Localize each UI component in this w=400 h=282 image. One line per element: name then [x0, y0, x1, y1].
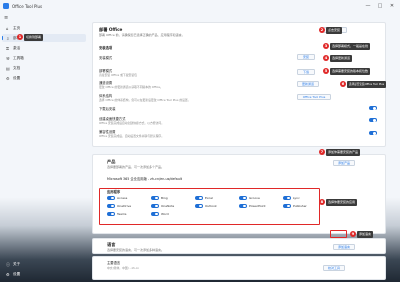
compat-settings-desc: Office 安装完成后，自动设置文件关联与默认程序。: [99, 134, 164, 138]
sidebar-item-label: 设置: [13, 76, 21, 80]
add-language-highlight-box: [330, 230, 347, 238]
install-mode-label: 安装模式: [99, 56, 113, 60]
sidebar-item-label: 关于: [13, 262, 21, 266]
product-entry: Microsoft 365 企业应用版 - zh-cn/en-us/defaul…: [107, 177, 183, 181]
annotation-marker-3: 3: [323, 43, 329, 49]
card-subtitle: 部署 Office 前，请确保您已选择正确的产品、应用程序和语言。: [99, 33, 185, 37]
sidebar-item-about[interactable]: ⓘ 关于: [2, 260, 86, 268]
main-content: 部署 Office 部署 Office 前，请确保您已选择正确的产品、应用程序和…: [90, 12, 400, 282]
settings-icon: ⚙: [6, 75, 10, 81]
annotation-callout-4: 选择更新通道: [330, 54, 353, 62]
annotation-marker-6: 6: [340, 81, 346, 87]
primary-language-value: 中文(简体，中国) - zh-cn: [107, 266, 140, 270]
annotation-callout-6: 选择是否安装Office Tool Plus: [347, 80, 387, 88]
deploy-icon: ⇩: [6, 35, 10, 41]
menu-icon[interactable]: ≡: [4, 15, 8, 21]
title-bar: Office Tool Plus — □ ✕: [0, 0, 400, 12]
annotation-callout-1: 切换到部署: [24, 33, 44, 41]
annotation-marker-7: 7: [319, 149, 325, 155]
sidebar-item-label: 设置: [13, 272, 21, 276]
sidebar-item-deploy[interactable]: ⇩ 部署: [2, 34, 86, 42]
minimize-button[interactable]: —: [364, 2, 372, 10]
channel-desc: 更改 Office 的更新通道以获取不同版本的 Office。: [99, 85, 163, 89]
annotation-marker-5: 5: [323, 68, 329, 74]
sidebar-item-home[interactable]: ⌂ 主页: [2, 24, 86, 32]
install-options-heading: 安装选项: [99, 46, 113, 50]
proofing-tools-button[interactable]: 校对工具: [323, 265, 345, 271]
annotation-callout-5: 选择需要安装的版本和位数: [330, 67, 371, 75]
architecture-desc: 选择 Office 的体系结构，您可以在更新后更改 Office Tool Pl…: [99, 98, 191, 102]
compat-settings-toggle[interactable]: [369, 131, 377, 136]
deploy-mode-select[interactable]: 下载: [297, 69, 315, 75]
desktop-shortcut-desc: Office 安装完成后自动创建快捷方式，以方便访问。: [99, 121, 164, 125]
language-list: 主要语言 中文(简体，中国) - zh-cn 校对工具: [92, 256, 386, 280]
annotation-callout-2: 点击安装: [326, 26, 343, 34]
app-logo-icon: [3, 3, 9, 9]
annotation-callout-8: 选择你要安装的应用: [326, 198, 358, 206]
key-icon: ⚿: [6, 45, 10, 51]
sidebar-item-label: 激活: [13, 46, 21, 50]
apps-highlight-box: [99, 188, 320, 225]
desktop-shortcut-toggle[interactable]: [369, 118, 377, 123]
app-title: Office Tool Plus: [12, 3, 43, 9]
sidebar-item-app-settings[interactable]: ⚙ 设置: [2, 270, 86, 278]
sidebar: ≡ ⌂ 主页 ⇩ 部署 ⚿ 激活 ⚒ 工具箱 ▤ 文档 ⚙ 设置 ⓘ 关于 ⚙ …: [0, 12, 90, 282]
sidebar-item-label: 主页: [13, 26, 21, 30]
annotation-marker-9: 9: [350, 231, 356, 237]
home-icon: ⌂: [6, 25, 9, 31]
add-language-button[interactable]: 添加语言: [333, 244, 355, 250]
annotation-marker-2: 2: [319, 27, 325, 33]
card-subtitle: 选择要安装的语言，可一次添加多种语言。: [107, 248, 165, 252]
primary-language-label: 主要语言: [107, 261, 121, 265]
toolbox-icon: ⚒: [6, 55, 10, 61]
install-after-download-label: 下载后安装: [99, 107, 116, 111]
install-after-download-toggle[interactable]: [369, 106, 377, 111]
sidebar-item-toolbox[interactable]: ⚒ 工具箱: [2, 54, 86, 62]
annotation-callout-7: 添加你需要安装的产品: [326, 148, 361, 156]
annotation-marker-1: 1: [17, 34, 23, 40]
sidebar-item-settings[interactable]: ⚙ 设置: [2, 74, 86, 82]
document-icon: ▤: [6, 65, 10, 71]
card-subtitle: 选择要部署的产品，可一次添加多个产品。: [107, 165, 165, 169]
close-button[interactable]: ✕: [388, 2, 396, 10]
language-card: 语言 选择要安装的语言，可一次添加多种语言。 添加语言: [92, 238, 386, 254]
deploy-mode-desc: 直接安装 Office 或下载安装包: [99, 73, 137, 77]
office-tool-plus-select[interactable]: Office Tool Plus: [297, 94, 331, 100]
info-icon: ⓘ: [6, 261, 10, 267]
annotation-marker-8: 8: [319, 199, 325, 205]
annotation-marker-4: 4: [323, 55, 329, 61]
sidebar-item-activate[interactable]: ⚿ 激活: [2, 44, 86, 52]
sidebar-item-documents[interactable]: ▤ 文档: [2, 64, 86, 72]
sidebar-item-label: 工具箱: [13, 56, 24, 60]
annotation-callout-9: 添加语言: [357, 230, 374, 238]
sidebar-item-label: 文档: [13, 66, 21, 70]
add-product-button[interactable]: 添加产品: [333, 160, 355, 166]
annotation-callout-3: 选择部署模式，一般是在线: [330, 42, 371, 50]
update-channel-select[interactable]: 更新通道: [297, 81, 319, 87]
maximize-button[interactable]: □: [376, 2, 384, 10]
install-button[interactable]: 安装: [297, 54, 315, 60]
gear-icon: ⚙: [6, 271, 10, 277]
